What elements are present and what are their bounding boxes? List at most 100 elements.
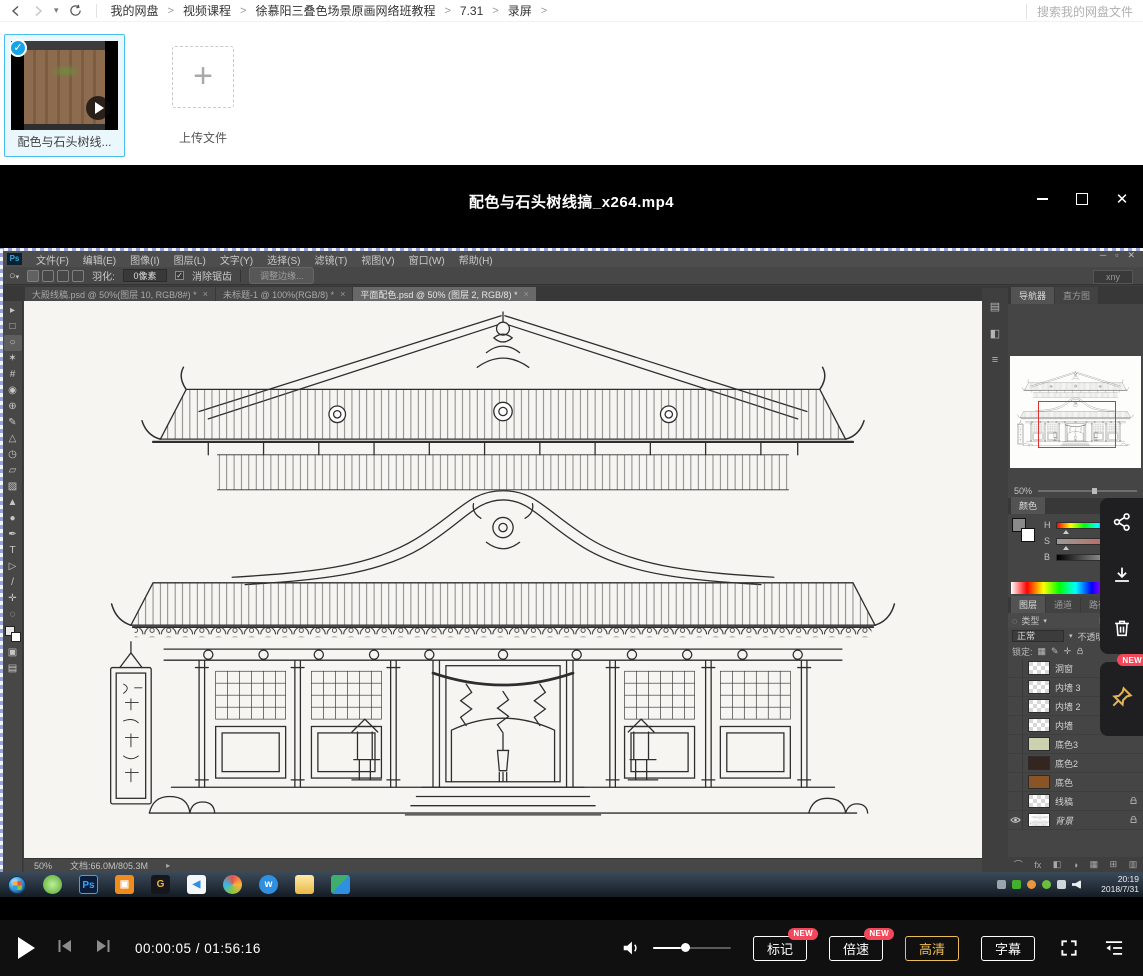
subtitle-button[interactable]: 字幕 bbox=[981, 936, 1035, 961]
breadcrumb: 我的网盘> 视频课程> 徐慕阳三叠色场景原画网络班教程> 7.31> 录屏> bbox=[111, 2, 548, 19]
speed-button[interactable]: 倍速NEW bbox=[829, 936, 883, 961]
video-file-card[interactable]: ✓ 配色与石头树线... bbox=[4, 34, 125, 157]
upload-label: 上传文件 bbox=[168, 129, 238, 146]
temple-line-art bbox=[24, 301, 982, 872]
layers-bottom-bar: ⌒ fx ◧ ◑ ▦ ⊞ ▥ bbox=[1008, 857, 1143, 872]
breadcrumb-item[interactable]: 7.31 bbox=[460, 4, 483, 18]
forward-icon[interactable] bbox=[32, 5, 44, 17]
antialias-checkbox: ✓ bbox=[175, 271, 184, 280]
zoom-tool-icon: ◌ bbox=[4, 607, 22, 623]
volume-slider[interactable] bbox=[653, 947, 731, 950]
floating-action-panel bbox=[1100, 498, 1143, 654]
fullscreen-icon[interactable] bbox=[1059, 938, 1079, 958]
breadcrumb-item[interactable]: 我的网盘 bbox=[111, 2, 159, 19]
mark-new-badge: NEW bbox=[788, 928, 818, 940]
lock-transparent-icon: ▦ bbox=[1038, 646, 1047, 657]
breadcrumb-separator: > bbox=[541, 5, 547, 17]
share-icon[interactable] bbox=[1111, 498, 1133, 551]
upload-file-button[interactable]: + 上传文件 bbox=[168, 34, 238, 146]
brightness-label: B bbox=[1044, 552, 1052, 562]
windows-taskbar: Ps ▣ G ◀ w 20:19 2018/7/31 bbox=[0, 872, 1143, 897]
time-display: 00:00:05 / 01:56:16 bbox=[135, 941, 261, 956]
download-icon[interactable] bbox=[1111, 551, 1133, 604]
ps-menu-item: 滤镜(T) bbox=[315, 252, 348, 267]
magic-wand-tool-icon: ✶ bbox=[4, 351, 22, 367]
play-button[interactable] bbox=[18, 937, 35, 959]
healing-brush-tool-icon: ⊕ bbox=[4, 399, 22, 415]
search-divider bbox=[1026, 4, 1027, 19]
ps-menubar: Ps 文件(F) 编辑(E) 图像(I) 图层(L) 文字(Y) 选择(S) 滤… bbox=[3, 251, 1143, 267]
pin-new-badge: NEW bbox=[1117, 654, 1143, 666]
search-input[interactable]: 搜索我的网盘文件 bbox=[1037, 3, 1133, 20]
video-frame[interactable]: Ps 文件(F) 编辑(E) 图像(I) 图层(L) 文字(Y) 选择(S) 滤… bbox=[0, 248, 1143, 897]
blend-mode-select: 正常 bbox=[1012, 630, 1064, 642]
search-box[interactable]: 搜索我的网盘文件 bbox=[1026, 0, 1133, 22]
file-grid: ✓ 配色与石头树线... + 上传文件 bbox=[0, 22, 1143, 165]
filter-search-icon: ◌ bbox=[1012, 616, 1017, 626]
video-file-name: 配色与石头树线... bbox=[5, 133, 124, 150]
ftp-app-icon bbox=[331, 875, 350, 894]
w-app-icon: w bbox=[259, 875, 278, 894]
layer-visibility-icon bbox=[1008, 811, 1023, 829]
navigator-preview bbox=[1010, 356, 1141, 468]
player-title: 配色与石头树线搞_x264.mp4 bbox=[0, 191, 1143, 212]
antialias-label: 消除锯齿 bbox=[192, 268, 232, 283]
layer-row-background: 背景 bbox=[1008, 811, 1143, 830]
quality-button[interactable]: 高清 bbox=[905, 936, 959, 961]
properties-panel-icon: ◧ bbox=[990, 327, 1000, 340]
layer-row: 底色 bbox=[1008, 773, 1143, 792]
lasso-tool-icon: ○ bbox=[4, 335, 22, 351]
screen-mode-icon: ▤ bbox=[4, 661, 22, 677]
navigator-tab: 导航器 bbox=[1011, 287, 1054, 304]
tray-network-icon bbox=[1057, 880, 1066, 889]
play-overlay-icon bbox=[86, 96, 110, 120]
playlist-icon[interactable] bbox=[1103, 939, 1125, 957]
navigator-zoom-row: 50% bbox=[1008, 484, 1143, 498]
hue-label: H bbox=[1044, 520, 1052, 530]
ps-menu-item: 帮助(H) bbox=[459, 252, 493, 267]
layer-row: 底色3 bbox=[1008, 735, 1143, 754]
document-tab-active: 平面配色.psd @ 50% (图层 2, RGB/8) *× bbox=[353, 287, 535, 301]
back-icon[interactable] bbox=[10, 5, 22, 17]
photoshop-logo: Ps bbox=[7, 253, 22, 265]
maximize-button[interactable] bbox=[1071, 189, 1093, 209]
previous-button[interactable] bbox=[57, 939, 73, 958]
marquee-tool-icon: □ bbox=[4, 319, 22, 335]
clone-stamp-tool-icon: △ bbox=[4, 431, 22, 447]
tab-close-icon: × bbox=[524, 289, 529, 299]
breadcrumb-item[interactable]: 录屏 bbox=[508, 2, 532, 19]
delete-icon[interactable] bbox=[1111, 604, 1133, 657]
mark-button[interactable]: 标记NEW bbox=[753, 936, 807, 961]
delete-layer-icon: ▥ bbox=[1129, 859, 1138, 870]
breadcrumb-separator: > bbox=[492, 5, 498, 17]
breadcrumb-item[interactable]: 徐慕阳三叠色场景原画网络班教程 bbox=[255, 2, 435, 19]
refresh-icon[interactable] bbox=[69, 4, 82, 17]
feather-input: 0像素 bbox=[123, 269, 167, 282]
history-dropdown-icon[interactable]: ▾ bbox=[54, 5, 59, 16]
pin-icon[interactable] bbox=[1109, 684, 1135, 715]
lock-position-icon: ✛ bbox=[1064, 646, 1072, 657]
video-player-window: 配色与石头树线搞_x264.mp4 ✕ Ps 文件(F) 编辑(E) 图像(I)… bbox=[0, 165, 1143, 976]
document-size: 文档:66.0M/805.3M bbox=[70, 859, 148, 872]
system-tray bbox=[997, 872, 1081, 897]
minimize-button[interactable] bbox=[1031, 189, 1053, 209]
ps-menu-item: 编辑(E) bbox=[83, 252, 116, 267]
ps-menu-item: 图层(L) bbox=[174, 252, 206, 267]
watermark-badge: xny bbox=[1093, 270, 1133, 284]
breadcrumb-item[interactable]: 视频课程 bbox=[183, 2, 231, 19]
next-button[interactable] bbox=[95, 939, 111, 958]
channels-tab: 通道 bbox=[1046, 596, 1080, 613]
ps-options-bar: ○▾ 羽化: 0像素 ✓ 消除锯齿 调整边缘... bbox=[3, 267, 1143, 285]
ps-menu-item: 选择(S) bbox=[267, 252, 300, 267]
g-app-icon: G bbox=[151, 875, 170, 894]
volume-icon[interactable] bbox=[621, 939, 641, 957]
layer-mask-icon: ◧ bbox=[1053, 859, 1062, 870]
close-button[interactable]: ✕ bbox=[1111, 189, 1133, 209]
navigator-zoom-slider bbox=[1038, 490, 1137, 492]
plus-icon[interactable]: + bbox=[172, 46, 234, 108]
selection-mode-new-icon bbox=[27, 270, 39, 282]
browser-360-icon bbox=[43, 875, 62, 894]
tray-volume-icon bbox=[1072, 880, 1081, 889]
selected-check-icon[interactable]: ✓ bbox=[9, 39, 27, 57]
ps-status-bar: 50% 文档:66.0M/805.3M ▸ bbox=[24, 858, 982, 872]
